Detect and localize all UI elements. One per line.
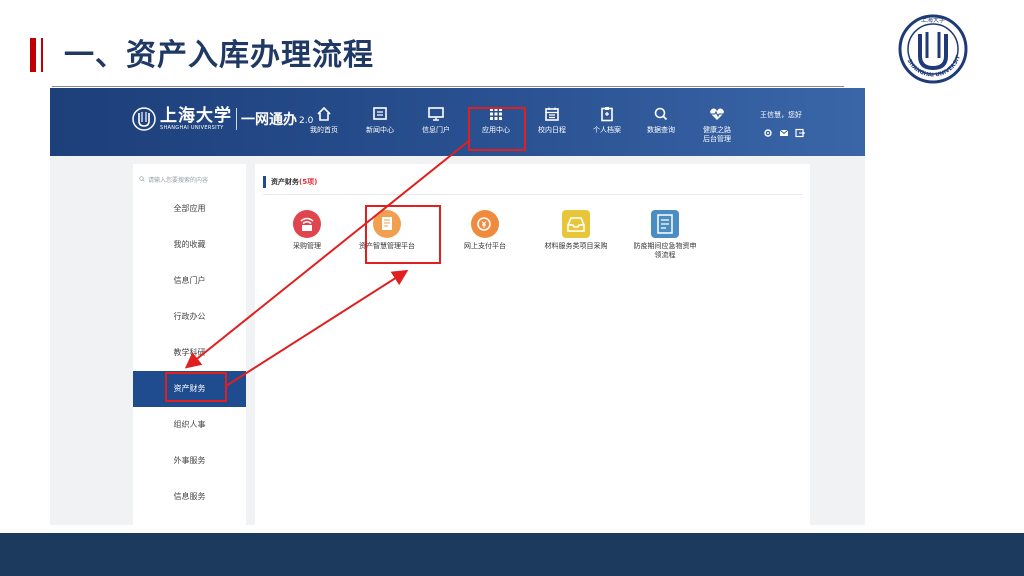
section-heading: 资产财务 (5项)	[263, 176, 317, 188]
logout-icon[interactable]	[795, 128, 805, 138]
nav-personal-file[interactable]: 个人档案	[580, 106, 634, 135]
payment-icon	[471, 210, 499, 238]
highlight-asset-platform	[365, 205, 441, 264]
university-emblem-icon	[132, 107, 156, 131]
search-placeholder: 请输入您要搜索的内容	[148, 176, 209, 184]
slide-footer-band	[0, 533, 1024, 576]
shanghai-university-seal-icon: 上海大学 SHANGHAI UNIVERSITY	[898, 12, 968, 84]
nav-info-portal[interactable]: 信息门户	[409, 106, 463, 135]
monitor-icon	[428, 107, 444, 121]
search-icon	[654, 107, 668, 121]
portal-brand: 上海大学 SHANGHAI UNIVERSITY 一网通办 2.0	[132, 106, 313, 132]
portal-screenshot: 上海大学 SHANGHAI UNIVERSITY 一网通办 2.0 我的首页 新…	[50, 88, 865, 525]
sidebar-item-favorites[interactable]: 我的收藏	[133, 227, 246, 263]
brand-name-en: SHANGHAI UNIVERSITY	[160, 124, 224, 131]
app-material-services-procurement[interactable]: 材料服务类项目采购	[536, 210, 616, 251]
title-accent-line	[41, 38, 43, 72]
heart-pulse-icon	[710, 108, 724, 120]
sidebar-item-administration[interactable]: 行政办公	[133, 299, 246, 335]
home-icon	[317, 106, 331, 121]
sidebar-item-personnel[interactable]: 组织人事	[133, 407, 246, 443]
nav-data-query[interactable]: 数据查询	[634, 106, 688, 135]
nav-health-admin[interactable]: 健康之路 后台管理	[690, 106, 744, 144]
app-epidemic-supplies[interactable]: 防疫期间应急物资申 领流程	[625, 210, 705, 260]
title-divider	[52, 86, 844, 87]
brand-separator	[236, 108, 237, 130]
settings-gear-icon[interactable]	[763, 128, 773, 138]
nav-news[interactable]: 新闻中心	[353, 106, 407, 135]
nav-campus-schedule[interactable]: 校内日程	[525, 106, 579, 135]
sidebar-item-info-services[interactable]: 信息服务	[133, 479, 246, 515]
mail-icon[interactable]	[779, 128, 789, 138]
portal-header: 上海大学 SHANGHAI UNIVERSITY 一网通办 2.0 我的首页 新…	[50, 88, 865, 156]
app-category-sidebar: 请输入您要搜索的内容 全部应用 我的收藏 信息门户 行政办公 教学科研 资产财务…	[133, 164, 246, 525]
wifi-card-icon	[293, 210, 321, 238]
user-toolbar	[763, 128, 805, 138]
highlight-asset-finance	[165, 372, 227, 402]
section-marker	[263, 176, 266, 188]
news-icon	[373, 107, 387, 120]
section-count: (5项)	[299, 178, 318, 186]
section-divider	[263, 194, 803, 195]
sidebar-item-teaching-research[interactable]: 教学科研	[133, 335, 246, 371]
calendar-icon	[545, 107, 559, 121]
sidebar-item-info-portal[interactable]: 信息门户	[133, 263, 246, 299]
nav-home[interactable]: 我的首页	[297, 106, 351, 135]
slide: 一、资产入库办理流程 上海大学 SHANGHAI UNIVERSITY 上海大学…	[0, 0, 1024, 576]
form-list-icon	[651, 210, 679, 238]
slide-title: 一、资产入库办理流程	[64, 38, 374, 73]
app-search-input[interactable]: 请输入您要搜索的内容	[139, 172, 239, 186]
inbox-icon	[562, 210, 590, 238]
app-list-panel: 资产财务 (5项) 采购管理 资产智慧管理平台 网上支付平台 材料服务类项目采购…	[255, 164, 810, 525]
search-icon	[139, 176, 145, 182]
highlight-app-center	[468, 107, 526, 151]
svg-text:上海大学: 上海大学	[921, 16, 945, 24]
clipboard-icon	[601, 107, 613, 122]
sidebar-item-foreign-affairs[interactable]: 外事服务	[133, 443, 246, 479]
user-greeting[interactable]: 王信慧，您好	[760, 110, 802, 120]
title-accent-bar	[30, 38, 36, 72]
section-title: 资产财务	[271, 178, 299, 186]
app-online-payment[interactable]: 网上支付平台	[445, 210, 525, 251]
brand-name-cn: 上海大学	[160, 105, 232, 126]
product-name: 一网通办	[241, 112, 297, 128]
sidebar-item-all-apps[interactable]: 全部应用	[133, 191, 246, 227]
app-procurement[interactable]: 采购管理	[267, 210, 347, 251]
